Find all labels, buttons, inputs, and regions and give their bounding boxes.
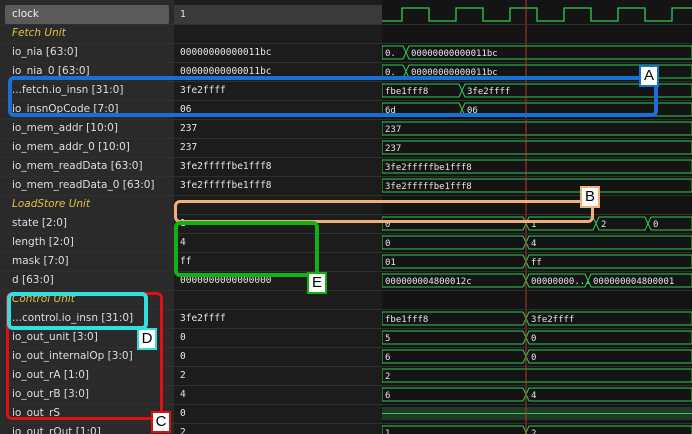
bus-segment [381,121,692,136]
bus-segment-value: 1 [385,429,390,434]
bus-segment-value: 6 [385,353,390,363]
signal-value: 2 [180,427,186,434]
bus-segment [525,425,692,434]
waveform-viewer: clock Fetch Unit io_nia [63:0] io_nia_0 [63… [0,0,692,434]
signal-name[interactable]: mask [7:0] [0,252,172,271]
row-separator [0,423,692,424]
bus-segment [525,387,692,402]
signal-name[interactable]: io_nia [63:0] [0,43,172,62]
row-separator [0,62,692,63]
bus-segment-value: 4 [531,391,536,401]
bus-segment [381,140,692,155]
bus-segment-value: 00000000000011bc [411,49,498,59]
bus-segment-value: 4 [531,239,536,249]
bus-segment-value: fbe1fff8 [385,315,428,325]
signal-value: 1 [174,5,382,24]
signal-name[interactable]: length [2:0] [0,233,172,252]
bus-segment-value: 237 [385,144,401,154]
bus-segment-value: 2 [531,429,536,434]
bus-segment-value: 000000004800012c [385,277,472,287]
row-separator [0,157,692,158]
bus-segment-value: 5 [385,334,390,344]
bus-segment-value: 00000000... [531,277,591,287]
row-separator [0,176,692,177]
signal-value: 237 [180,123,198,134]
bus-segment-value: 2 [385,372,390,382]
signal-name[interactable]: io_out_rOut [1:0] [0,423,172,434]
row-separator [0,24,692,25]
row-separator [0,290,692,291]
signal-value: 3fe2fffffbe1fff8 [180,161,272,172]
signal-value: 4 [180,389,186,400]
annotation-label-a: A [639,65,659,87]
signal-value: 237 [180,142,198,153]
bus-segment [525,254,692,269]
row-separator [0,119,692,120]
signal-value: 3fe2ffff [180,313,226,324]
bus-segment [525,330,692,345]
bus-segment-value: 000000004800001 [593,277,674,287]
bus-segment-value: 6 [385,391,390,401]
signal-value: 3fe2fffffbe1fff8 [180,180,272,191]
row-separator [0,233,692,234]
signal-name[interactable]: clock [5,5,169,24]
bus-segment [525,235,692,250]
signal-value: 0 [180,351,186,362]
bus-segment-value: 3fe2fffffbe1fff8 [385,182,472,192]
signal-name[interactable]: io_mem_addr_0 [10:0] [0,138,172,157]
group-header[interactable]: LoadStore Unit [0,195,172,214]
annotation-box-e [174,221,319,277]
row-separator [0,271,692,272]
signal-name[interactable]: io_mem_readData_0 [63:0] [0,176,172,195]
bus-segment-value: 0 [531,334,536,344]
row-separator [0,43,692,44]
signal-name[interactable]: d [63:0] [0,271,172,290]
annotation-label-c: C [151,411,171,433]
row-separator [0,138,692,139]
signal-value: 00000000000011bc [180,47,272,58]
signal-name[interactable]: io_mem_addr [10:0] [0,119,172,138]
signal-value: 2 [180,370,186,381]
signal-value [180,24,380,43]
bus-segment-value: 3fe2fffffbe1fff8 [385,163,472,173]
annotation-box-a [8,76,658,117]
annotation-label-b: B [580,186,600,208]
bus-segment-value: 01 [385,258,396,268]
annotation-label-d: D [137,328,157,350]
bus-segment-value: 237 [385,125,401,135]
bus-segment-value: 2 [601,220,606,230]
bus-segment-value: 3fe2ffff [531,315,574,325]
bus-segment [381,330,527,345]
bus-segment [381,387,527,402]
bus-segment-value: ff [531,258,542,268]
signal-name[interactable]: io_mem_readData [63:0] [0,157,172,176]
bus-segment [525,349,692,364]
signal-name[interactable]: state [2:0] [0,214,172,233]
row-separator [0,252,692,253]
annotation-box-b [174,200,594,223]
clock-waveform [382,7,692,22]
annotation-label-e: E [307,272,327,294]
group-header[interactable]: Fetch Unit [0,24,172,43]
bus-segment [381,254,527,269]
signal-value [180,290,380,309]
signal-value: 0 [180,408,186,419]
bus-segment [381,349,527,364]
bus-segment [381,235,527,250]
bus-segment [381,368,692,383]
bus-segment-value: 0. [385,49,396,59]
bus-segment-value: 0 [653,220,658,230]
bus-segment [381,425,527,434]
bus-segment-value: 0 [385,239,390,249]
annotation-box-d [7,292,148,330]
bus-segment-value: 0 [531,353,536,363]
signal-value: 0 [180,332,186,343]
